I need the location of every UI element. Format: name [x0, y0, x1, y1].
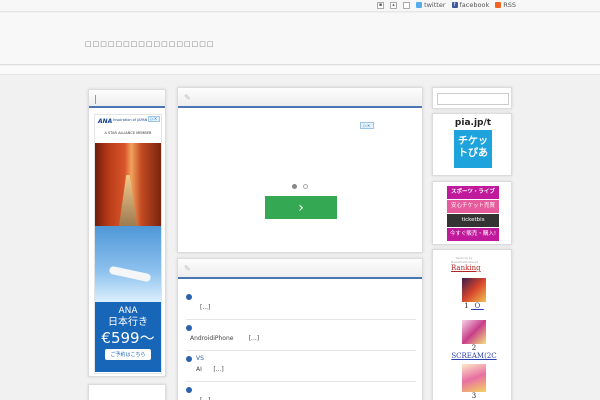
facebook-link[interactable]: f facebook [451, 1, 490, 9]
facebook-icon: f [451, 2, 458, 8]
ranking-subtitle: Ranking by NewsPostPowered [451, 256, 479, 264]
rank-link[interactable]: SCREAM(2C [449, 352, 499, 360]
twitter-label: twitter [424, 1, 446, 9]
site-title[interactable]: □□□□□□□□□□□□□□□□□ [85, 40, 214, 48]
bookmark-icon[interactable]: ▪ [377, 1, 385, 9]
rank-number: 1 [464, 302, 469, 310]
airplane-photo [95, 226, 161, 302]
carousel-dot[interactable] [303, 184, 308, 189]
search-input[interactable] [437, 93, 509, 105]
ticket-ad-line: 安心チケット売買 [447, 200, 499, 213]
carousel-dot-active[interactable] [292, 184, 297, 189]
post-title[interactable]: VS [196, 355, 204, 362]
airplane-icon [108, 265, 152, 283]
search-widget [432, 87, 512, 109]
nav-bar [0, 66, 600, 75]
adchoices-icon[interactable]: ▷✕ [360, 122, 374, 129]
ana-offer: ANA 日本行き €599〜 ご予約はこちら [95, 302, 161, 372]
list-item[interactable]: [...] [186, 382, 416, 400]
ticket-ad-line: スポーツ・ライブ [447, 186, 499, 199]
ana-logo: ANA [98, 118, 113, 125]
pia-banner-widget: pia.jp/t チケットぴあ [432, 113, 512, 176]
left-sidebar-widget: ANA Inspiration of JAPAN A STAR ALLIANCE… [88, 89, 166, 377]
panel-header: ✎ [178, 88, 422, 108]
adchoices-icon[interactable]: ▷✕ [148, 116, 160, 122]
pencil-icon: ✎ [184, 264, 191, 273]
star-alliance-text: A STAR ALLIANCE MEMBER [104, 131, 152, 135]
ranking-header: Ranking by NewsPostPowered Ranking [451, 256, 481, 272]
content-ad-panel: ✎ ▷✕ › [177, 87, 423, 253]
ranking-thumbnail[interactable] [462, 320, 486, 344]
ticketbis-banner-widget: スポーツ・ライブ 安心チケット売買 ticketbis 今すぐ販売・購入! [432, 181, 512, 245]
post-excerpt: AndroidiPhone [...] [190, 335, 260, 342]
ticket-ad-line: 今すぐ販売・購入! [447, 228, 499, 241]
rss-link[interactable]: RSS [495, 1, 516, 9]
ranking-thumbnail[interactable] [462, 364, 486, 392]
post-list: [...] AndroidiPhone [...] VS AI [...] [.… [186, 289, 416, 400]
list-item[interactable]: [...] [186, 289, 416, 320]
ana-tagline: Inspiration of JAPAN [113, 118, 148, 122]
ranking-item[interactable]: 2 SCREAM(2C [449, 320, 499, 360]
bullet-icon [186, 387, 192, 393]
ranking-item[interactable]: 1 _O_ [449, 278, 499, 310]
ad-carousel: ▷✕ › [228, 118, 374, 242]
twitter-icon [416, 2, 423, 8]
panel-header: ✎ [178, 259, 422, 279]
ticketbis-banner[interactable]: スポーツ・ライブ 安心チケット売買 ticketbis 今すぐ販売・購入! [447, 186, 499, 242]
ana-destination: 日本行き [108, 317, 148, 328]
bullet-icon [186, 356, 192, 362]
rss-label: RSS [503, 1, 516, 9]
rank-number: 3 [471, 392, 477, 400]
bullet-icon [186, 325, 192, 331]
ticket-ad-line: ticketbis [447, 214, 499, 227]
ana-brand-line: ANA [118, 306, 138, 316]
widget-header [89, 90, 165, 108]
list-item[interactable]: VS AI [...] [186, 351, 416, 382]
user-icon[interactable]: ▴ [390, 1, 398, 9]
recent-posts-panel: ✎ [...] AndroidiPhone [...] VS AI [...] … [177, 258, 423, 400]
twitter-link[interactable]: twitter [416, 1, 446, 9]
ana-banner-ad[interactable]: ANA Inspiration of JAPAN A STAR ALLIANCE… [94, 114, 162, 374]
list-item[interactable]: AndroidiPhone [...] [186, 320, 416, 351]
social-links: ▪ ▴ twitter f facebook RSS [377, 1, 516, 9]
ana-book-button[interactable]: ご予約はこちら [105, 349, 151, 360]
ranking-title[interactable]: Ranking [451, 264, 481, 272]
rank-link[interactable]: _O_ [471, 302, 484, 310]
widget-title-marker [95, 95, 96, 104]
pencil-icon: ✎ [184, 93, 191, 102]
pia-banner[interactable]: pia.jp/t チケットぴあ [448, 118, 498, 168]
site-header: □□□□□□□□□□□□□□□□□ [0, 13, 600, 65]
carousel-next-button[interactable]: › [265, 196, 337, 219]
post-excerpt: [...] [200, 304, 211, 311]
bullet-icon [186, 294, 192, 300]
rank-number: 2 [471, 344, 477, 352]
rss-icon [495, 2, 502, 8]
top-utility-bar: ▪ ▴ twitter f facebook RSS [0, 0, 600, 12]
torii-gate-photo [95, 143, 161, 226]
mail-icon[interactable] [403, 1, 411, 9]
carousel-dots [292, 184, 308, 189]
ranking-item[interactable]: 3 [449, 364, 499, 400]
post-excerpt: AI [...] [196, 366, 224, 373]
pia-url: pia.jp/t [454, 118, 492, 128]
ana-ad-top: ANA Inspiration of JAPAN A STAR ALLIANCE… [95, 115, 161, 143]
facebook-label: facebook [459, 1, 490, 9]
ranking-thumbnail[interactable] [462, 278, 486, 302]
pia-logo: チケットぴあ [454, 130, 492, 168]
left-sidebar-widget-2 [88, 384, 166, 400]
ranking-widget: Ranking by NewsPostPowered Ranking 1 _O_… [432, 249, 512, 400]
ana-price: €599〜 [101, 329, 155, 347]
